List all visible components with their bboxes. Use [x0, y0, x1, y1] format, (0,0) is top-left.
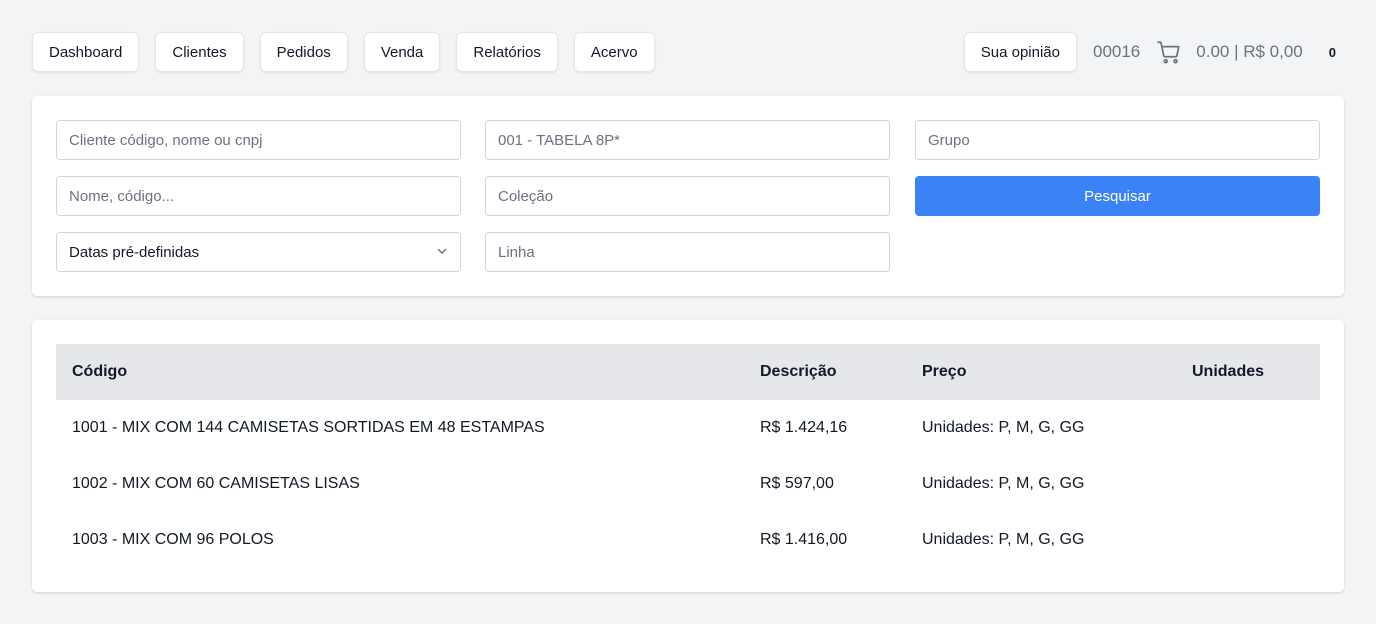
cell-units: Unidades: P, M, G, GG	[922, 475, 1085, 492]
nav-relatorios-button[interactable]: Relatórios	[456, 32, 558, 72]
cell-units: Unidades: P, M, G, GG	[922, 419, 1085, 436]
nav-clientes-button[interactable]: Clientes	[155, 32, 244, 72]
nav-right-group: Sua opinião 00016 0.00 | R$ 0,00 0	[963, 32, 1344, 72]
collection-input[interactable]	[485, 176, 890, 216]
price-table-input[interactable]	[485, 120, 890, 160]
cell-units: Unidades: P, M, G, GG	[922, 531, 1085, 548]
table-row[interactable]: 1003 - MIX COM 96 POLOS R$ 1.416,00 Unid…	[56, 512, 1320, 568]
cell-quantity	[1176, 400, 1320, 456]
predefined-dates-value: Datas pré-definidas	[69, 243, 200, 261]
cell-price: R$ 597,00	[760, 475, 834, 492]
nav-dashboard-button[interactable]: Dashboard	[32, 32, 140, 72]
cart-total: 0.00 | R$ 0,00	[1196, 42, 1303, 61]
header-descricao: Descrição	[760, 363, 837, 380]
table-row[interactable]: 1001 - MIX COM 144 CAMISETAS SORTIDAS EM…	[56, 400, 1320, 456]
filters-panel: Pesquisar Datas pré-definidas	[32, 96, 1344, 296]
nav-pedidos-button[interactable]: Pedidos	[259, 32, 348, 72]
feedback-button[interactable]: Sua opinião	[963, 32, 1077, 72]
header-preco: Preço	[922, 363, 967, 380]
cell-quantity	[1176, 456, 1320, 512]
cell-code: 1003 - MIX COM 96 POLOS	[72, 531, 274, 548]
table-header-row: Código Descrição Preço Unidades	[56, 344, 1320, 400]
cell-price: R$ 1.416,00	[760, 531, 848, 548]
cart-icon[interactable]	[1156, 39, 1182, 65]
nav-acervo-button[interactable]: Acervo	[573, 32, 655, 72]
search-button[interactable]: Pesquisar	[915, 176, 1320, 216]
cell-price: R$ 1.424,16	[760, 419, 848, 436]
product-name-input[interactable]	[56, 176, 461, 216]
cell-code: 1001 - MIX COM 144 CAMISETAS SORTIDAS EM…	[72, 419, 545, 436]
table-row[interactable]: 1002 - MIX COM 60 CAMISETAS LISAS R$ 597…	[56, 456, 1320, 512]
header-codigo: Código	[72, 363, 128, 380]
order-number: 00016	[1092, 42, 1141, 61]
predefined-dates-select[interactable]: Datas pré-definidas	[56, 232, 461, 272]
cell-code: 1002 - MIX COM 60 CAMISETAS LISAS	[72, 475, 360, 492]
top-navigation: Dashboard Clientes Pedidos Venda Relatór…	[32, 32, 1344, 72]
cell-quantity	[1176, 512, 1320, 568]
group-input[interactable]	[915, 120, 1320, 160]
client-search-input[interactable]	[56, 120, 461, 160]
header-unidades: Unidades	[1192, 363, 1265, 380]
nav-venda-button[interactable]: Venda	[363, 32, 441, 72]
line-input[interactable]	[485, 232, 890, 272]
results-panel: Código Descrição Preço Unidades 1001 - M…	[32, 320, 1344, 592]
cart-count-badge: 0	[1328, 44, 1336, 60]
chevron-down-icon	[436, 244, 448, 261]
products-table: Código Descrição Preço Unidades 1001 - M…	[56, 344, 1320, 568]
